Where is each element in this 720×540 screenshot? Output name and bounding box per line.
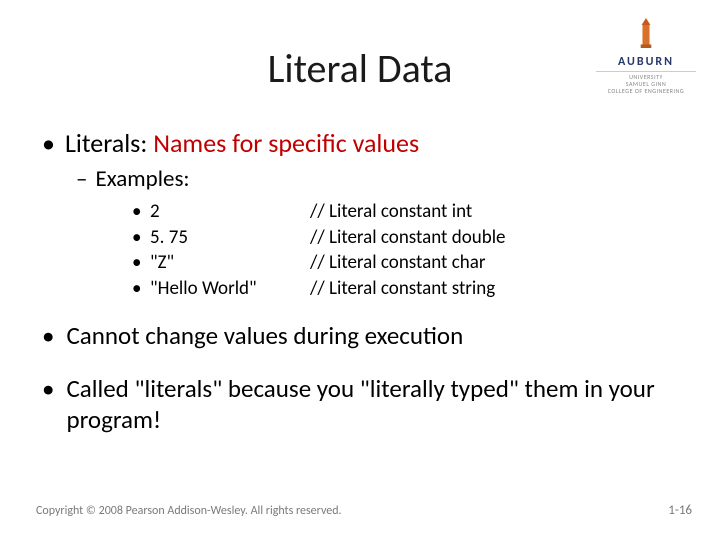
sub-bullet-examples: –Examples: — [76, 165, 684, 193]
logo-sub3: COLLEGE OF ENGINEERING — [596, 88, 696, 95]
page-number: 1-16 — [668, 503, 692, 518]
example-comment: // Literal constant string — [310, 276, 684, 302]
bullet-called-literals: • Called "literals" because you "literal… — [42, 373, 684, 436]
example-value: "Hello World" — [150, 276, 310, 302]
bullet-literals-prefix: Literals: — [65, 127, 153, 159]
bullet-literals-red: Names for specific values — [153, 127, 419, 159]
bullet-dot-icon: • — [132, 276, 142, 302]
example-value: "Z" — [150, 250, 310, 276]
bullet-dot-icon: • — [132, 250, 142, 276]
example-row: • "Hello World" // Literal constant stri… — [132, 276, 684, 302]
example-comment: // Literal constant int — [310, 199, 684, 225]
example-row: • 5. 75 // Literal constant double — [132, 225, 684, 251]
auburn-logo: AUBURN UNIVERSITY SAMUEL GINN COLLEGE OF… — [596, 18, 696, 96]
bullet-dot-icon: • — [132, 199, 142, 225]
bullet-literals: • Literals: Names for specific values — [42, 127, 684, 159]
copyright-text: Copyright © 2008 Pearson Addison-Wesley.… — [36, 504, 342, 518]
dash-icon: – — [76, 165, 87, 193]
bullet-cannot-change-text: Cannot change values during execution — [66, 320, 684, 351]
bullet-dot-icon: • — [42, 320, 54, 351]
bullet-dot-icon: • — [42, 127, 55, 159]
slide-title: Literal Data — [36, 44, 684, 93]
bullet-dot-icon: • — [132, 225, 142, 251]
logo-sub: UNIVERSITY SAMUEL GINN COLLEGE OF ENGINE… — [596, 71, 696, 96]
bullet-called-literals-text: Called "literals" because you "literally… — [66, 373, 684, 436]
example-value: 2 — [150, 199, 310, 225]
example-row: • "Z" // Literal constant char — [132, 250, 684, 276]
example-value: 5. 75 — [150, 225, 310, 251]
logo-word: AUBURN — [596, 55, 696, 69]
example-comment: // Literal constant char — [310, 250, 684, 276]
bullet-cannot-change: • Cannot change values during execution — [42, 320, 684, 351]
examples-label: Examples: — [95, 165, 189, 193]
example-comment: // Literal constant double — [310, 225, 684, 251]
example-row: • 2 // Literal constant int — [132, 199, 684, 225]
examples-block: • 2 // Literal constant int • 5. 75 // L… — [132, 199, 684, 302]
bullet-dot-icon: • — [42, 373, 54, 436]
tower-icon — [637, 18, 655, 48]
